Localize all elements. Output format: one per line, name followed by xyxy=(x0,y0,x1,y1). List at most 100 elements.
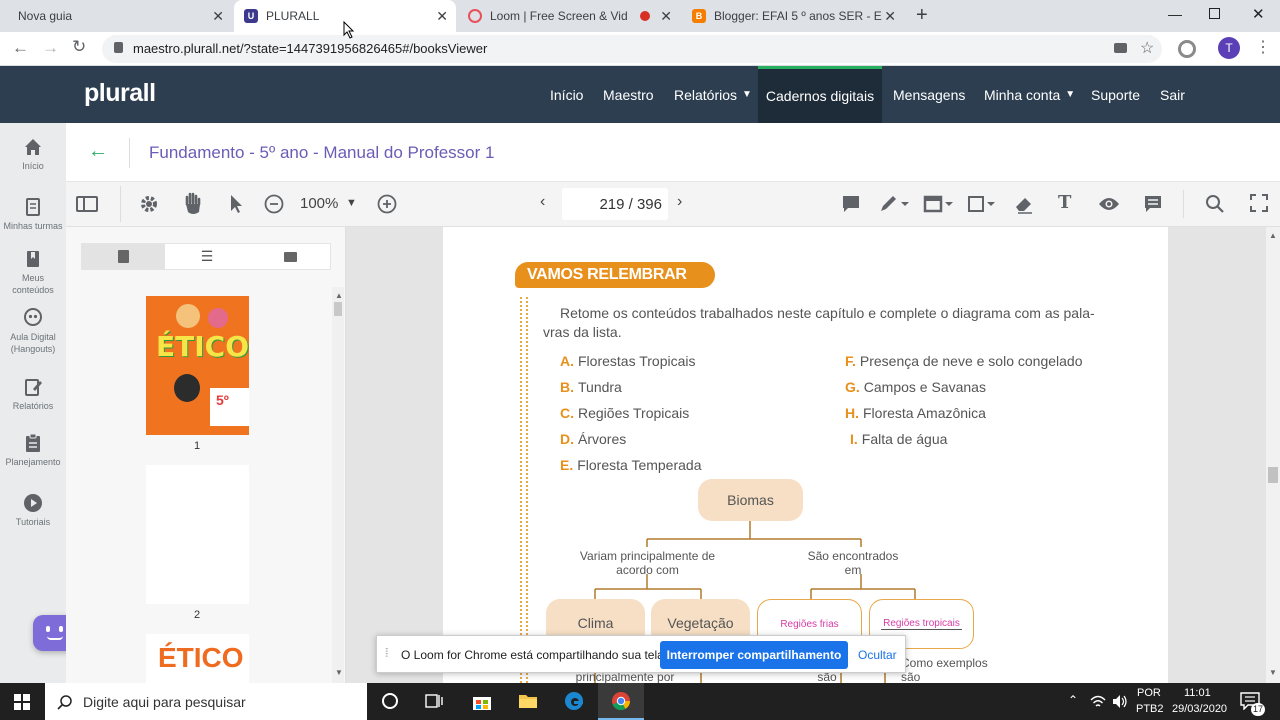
taskbar-search-box[interactable]: Digite aqui para pesquisar xyxy=(45,683,367,720)
caret-down-icon[interactable]: ▼ xyxy=(346,197,357,209)
tab-outline[interactable]: ☰ xyxy=(165,244,249,269)
sidebar-item-label: Meus conteúdos xyxy=(12,273,54,295)
thumbnail-page-2[interactable] xyxy=(146,465,249,604)
store-icon[interactable] xyxy=(472,692,492,711)
input-layout[interactable]: PTB2 xyxy=(1136,703,1164,715)
close-tab-icon[interactable]: ✕ xyxy=(212,9,224,23)
nav-maestro[interactable]: Maestro xyxy=(603,66,654,123)
address-bar[interactable]: maestro.plurall.net/?state=1447391956826… xyxy=(102,35,1162,63)
notes-list-icon[interactable] xyxy=(1143,194,1163,214)
restore-window-icon[interactable] xyxy=(1209,8,1220,19)
hand-pan-icon[interactable] xyxy=(183,192,203,216)
star-bookmark-icon[interactable]: ☆ xyxy=(1140,38,1154,58)
cortana-icon[interactable] xyxy=(382,693,398,709)
zoom-out-icon[interactable] xyxy=(264,194,284,214)
eraser-icon[interactable] xyxy=(1014,194,1034,214)
nav-relatorios[interactable]: Relatórios ▼ xyxy=(674,66,752,123)
eye-icon[interactable] xyxy=(1098,196,1120,212)
input-language[interactable]: POR xyxy=(1137,687,1161,699)
book-title-bar: ← Fundamento - 5º ano - Manual do Profes… xyxy=(66,123,1280,182)
mouse-cursor-icon xyxy=(343,21,355,39)
tab-blogger[interactable]: B Blogger: EFAI 5 º anos SER - Edita ✕ xyxy=(682,0,904,32)
back-arrow-icon[interactable]: ← xyxy=(88,140,108,163)
tab-annotations[interactable] xyxy=(249,244,332,269)
nav-mensagens[interactable]: Mensagens xyxy=(893,66,965,123)
camera-icon[interactable] xyxy=(1114,43,1127,53)
sidebar-toggle-icon[interactable] xyxy=(76,194,98,214)
gear-icon[interactable] xyxy=(139,194,159,214)
edge-browser-icon[interactable] xyxy=(564,691,584,711)
comment-icon[interactable] xyxy=(841,194,861,214)
thumbnail-page-1[interactable]: ÉTICO 5º xyxy=(146,296,249,435)
comment-list-icon xyxy=(284,251,297,262)
thumbnails-scrollbar[interactable]: ▲ ▼ xyxy=(332,287,344,683)
sidebar-item-aula-digital[interactable]: Aula Digital (Hangouts) xyxy=(0,308,66,355)
sidebar-item-planejamento[interactable]: Planejamento xyxy=(0,433,66,468)
taskbar-chrome-active[interactable] xyxy=(598,683,644,720)
sidebar-item-relatorios[interactable]: Relatórios xyxy=(0,377,66,412)
text-tool-icon[interactable]: T xyxy=(1058,192,1071,213)
word-option: F. Presença de neve e solo congelado xyxy=(845,353,1083,369)
scrollbar-thumb[interactable] xyxy=(1268,467,1278,483)
previous-page-icon[interactable]: ‹ xyxy=(540,193,545,211)
nav-inicio[interactable]: Início xyxy=(550,66,583,123)
document-view[interactable]: VAMOS RELEMBRAR Retome os conteúdos trab… xyxy=(346,227,1266,683)
nav-suporte[interactable]: Suporte xyxy=(1091,66,1140,123)
document-scrollbar[interactable]: ▲ ▼ xyxy=(1266,227,1280,683)
back-arrow-icon[interactable]: ← xyxy=(12,38,29,58)
scroll-up-icon[interactable]: ▲ xyxy=(335,291,343,300)
drag-handle-icon[interactable]: ⦙⦙ xyxy=(385,646,389,661)
plurall-logo[interactable]: plurall xyxy=(84,79,156,108)
next-page-icon[interactable]: › xyxy=(677,193,682,211)
close-tab-icon[interactable]: ✕ xyxy=(884,9,896,23)
zoom-in-icon[interactable] xyxy=(377,194,397,214)
speaker-icon[interactable] xyxy=(1112,694,1128,709)
scroll-down-icon[interactable]: ▼ xyxy=(1269,668,1277,677)
tab-loom[interactable]: Loom | Free Screen & Video ✕ xyxy=(458,0,680,32)
forward-arrow-icon[interactable]: → xyxy=(42,38,59,58)
search-icon[interactable] xyxy=(1205,194,1225,214)
thumbnail-label: 1 xyxy=(194,440,201,452)
stop-sharing-button[interactable]: Interromper compartilhamento xyxy=(660,641,848,669)
shape-box-icon[interactable] xyxy=(923,194,955,214)
nav-sair[interactable]: Sair xyxy=(1160,66,1185,123)
node-label: Clima xyxy=(577,615,614,631)
fullscreen-icon[interactable] xyxy=(1250,194,1268,212)
sidebar-item-meus-conteudos[interactable]: Meus conteúdos xyxy=(0,249,66,296)
windows-start-icon[interactable] xyxy=(14,694,30,710)
file-explorer-icon[interactable] xyxy=(518,693,538,709)
close-window-icon[interactable]: ✕ xyxy=(1252,5,1265,23)
scrollbar-thumb[interactable] xyxy=(334,302,342,316)
wifi-icon[interactable] xyxy=(1090,695,1106,709)
cursor-select-icon[interactable] xyxy=(228,194,244,214)
nav-cadernos-digitais[interactable]: Cadernos digitais xyxy=(758,66,882,123)
minimize-window-icon[interactable]: — xyxy=(1168,6,1182,22)
rectangle-icon[interactable] xyxy=(967,194,999,214)
pen-draw-icon[interactable] xyxy=(879,194,911,214)
nav-minha-conta[interactable]: Minha conta ▼ xyxy=(984,66,1075,123)
bot-eye-icon xyxy=(46,626,50,632)
reload-icon[interactable]: ↻ xyxy=(72,37,86,57)
new-tab-button[interactable]: + xyxy=(916,4,928,27)
profile-avatar[interactable]: T xyxy=(1218,37,1240,59)
scroll-up-icon[interactable]: ▲ xyxy=(1269,231,1277,240)
hide-button[interactable]: Ocultar xyxy=(858,648,897,662)
tab-nova-guia[interactable]: Nova guia ✕ xyxy=(0,0,232,32)
chevron-up-icon[interactable]: ⌃ xyxy=(1068,693,1078,707)
page-number-input[interactable]: 219 / 396 xyxy=(562,188,668,220)
browser-menu-icon[interactable]: ⋮ xyxy=(1255,37,1271,57)
sidebar-item-inicio[interactable]: Início xyxy=(0,137,66,172)
sidebar-item-tutoriais[interactable]: Tutoriais xyxy=(0,493,66,528)
clock-time[interactable]: 11:01 xyxy=(1184,687,1211,699)
close-tab-icon[interactable]: ✕ xyxy=(436,9,448,23)
sidebar-item-minhas-turmas[interactable]: Minhas turmas xyxy=(0,197,66,232)
extension-icon[interactable] xyxy=(1178,40,1196,58)
task-view-icon[interactable] xyxy=(425,693,443,709)
tab-thumbnails[interactable] xyxy=(82,244,165,269)
close-tab-icon[interactable]: ✕ xyxy=(660,9,672,23)
thumbnail-page-3[interactable]: ÉTICO xyxy=(146,634,249,683)
clock-date[interactable]: 29/03/2020 xyxy=(1172,703,1227,715)
scroll-down-icon[interactable]: ▼ xyxy=(335,668,343,677)
dotted-margin-rule xyxy=(520,297,528,683)
zoom-level[interactable]: 100% xyxy=(300,195,338,212)
